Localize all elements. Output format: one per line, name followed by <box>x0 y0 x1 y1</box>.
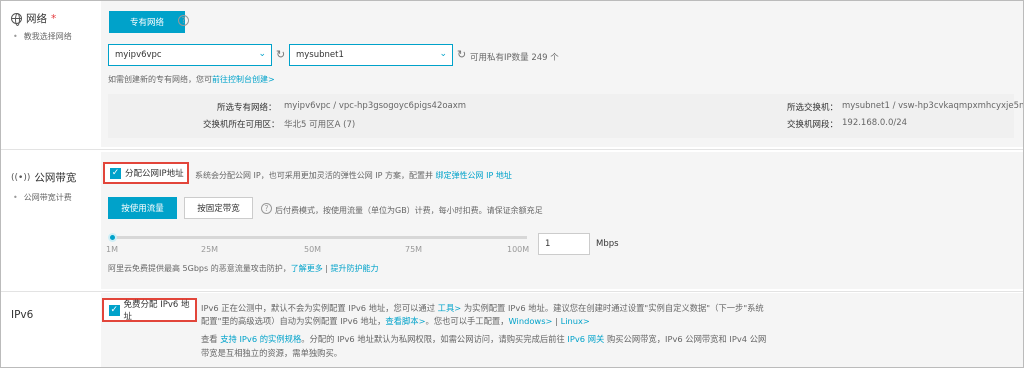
selected-vswitch-label: 所选交换机： <box>787 103 839 113</box>
checkmark-icon: ✓ <box>109 304 120 316</box>
checkmark-icon: ✓ <box>110 167 121 179</box>
vpc-select[interactable]: myipv6vpc ⌄ <box>108 44 272 66</box>
windows-link[interactable]: Windows> <box>509 316 553 326</box>
ipv6-desc-line2: 配置"里的高级选项）自动为实例配置 IPv6 地址，查看脚本>。您也可以手工配置… <box>201 316 590 326</box>
learn-more-link[interactable]: 了解更多 <box>291 264 323 273</box>
chevron-down-icon: ⌄ <box>439 49 447 59</box>
ipv6-instance-types-link[interactable]: 支持 IPv6 的实例规格 <box>220 334 301 344</box>
view-script-link[interactable]: 查看脚本> <box>385 316 425 326</box>
bandwidth-unit: Mbps <box>596 239 619 249</box>
ipv6-desc-line3: 查看 支持 IPv6 的实例规格。分配的 IPv6 地址默认为私网权限，如需公网… <box>201 334 767 344</box>
create-vpc-link[interactable]: 前往控制台创建> <box>212 75 275 84</box>
divider <box>1 291 1023 292</box>
vswitch-cidr-value: 192.168.0.0/24 <box>842 118 908 128</box>
bandwidth-billing-link[interactable]: 公网带宽计费 <box>13 192 72 203</box>
linux-link[interactable]: Linux> <box>561 316 590 326</box>
chevron-down-icon: ⌄ <box>258 49 266 59</box>
vswitch-cidr-label: 交换机网段： <box>787 120 839 130</box>
broadcast-icon: ((•)) <box>11 172 31 183</box>
available-ip-count: 可用私有IP数量 249 个 <box>470 53 559 63</box>
selected-vpc-value: myipv6vpc / vpc-hp3gsogoyc6pigs42oaxm <box>284 101 467 111</box>
ipv6-title: IPv6 <box>11 309 34 321</box>
bandwidth-title: ((•)) 公网带宽 <box>11 172 77 184</box>
bandwidth-slider[interactable] <box>108 233 527 242</box>
tick-label: 50M <box>304 245 322 254</box>
refresh-icon[interactable]: ↻ <box>457 48 466 61</box>
network-title: 网络 * <box>11 11 56 26</box>
public-ip-desc: 系统会分配公网 IP，也可采用更加灵活的弹性公网 IP 方案，配置并 绑定弹性公… <box>195 171 512 180</box>
refresh-icon[interactable]: ↻ <box>276 48 285 61</box>
network-help-link[interactable]: 教我选择网络 <box>13 31 72 42</box>
ddos-protection-note: 阿里云免费提供最高 5Gbps 的恶意流量攻击防护，了解更多 | 提升防护能力 <box>108 264 379 273</box>
pay-by-traffic-button[interactable]: 按使用流量 <box>108 197 177 219</box>
zone-label: 交换机所在可用区： <box>203 120 280 130</box>
required-mark: * <box>51 12 57 25</box>
globe-icon <box>11 13 22 26</box>
vpc-network-button[interactable]: 专有网络 <box>109 11 185 33</box>
billing-desc: 后付费模式，按使用流量（单位为GB）计费，每小时扣费。请保证余额充足 <box>275 206 543 215</box>
bandwidth-section: ((•)) 公网带宽 公网带宽计费 ✓ 分配公网IP地址 系统会分配公网 IP，… <box>1 152 1023 289</box>
upgrade-protection-link[interactable]: 提升防护能力 <box>331 264 379 273</box>
ipv6-desc-line1: IPv6 正在公测中，默认不会为实例配置 IPv6 地址，您可以通过 工具> 为… <box>201 303 764 313</box>
tick-label: 75M <box>405 245 423 254</box>
bandwidth-input[interactable]: 1 <box>538 233 590 255</box>
selected-vswitch-value: mysubnet1 / vsw-hp3cvkaqmpxmhcyxje5nd <box>842 101 1024 111</box>
help-icon[interactable]: ? <box>261 203 272 214</box>
tick-label: 25M <box>201 245 219 254</box>
ipv6-desc-line4: 带宽是互相独立的资源，需单独购买。 <box>201 348 343 358</box>
assign-public-ip-checkbox[interactable]: ✓ 分配公网IP地址 <box>103 162 189 184</box>
help-icon[interactable]: ? <box>178 15 189 26</box>
create-vpc-hint: 如需创建新的专有网络，您可前往控制台创建> <box>108 75 275 84</box>
divider <box>1 149 1023 150</box>
assign-ipv6-checkbox[interactable]: ✓ 免费分配 IPv6 地址 <box>102 298 197 322</box>
slider-handle[interactable] <box>108 233 117 242</box>
zone-value: 华北5 可用区A (7) <box>284 120 356 130</box>
tick-label: 100M <box>507 245 530 254</box>
ipv6-gateway-link[interactable]: IPv6 网关 <box>567 334 604 344</box>
selected-vpc-label: 所选专有网络： <box>217 103 277 113</box>
tool-link[interactable]: 工具> <box>438 303 462 313</box>
bind-eip-link[interactable]: 绑定弹性公网 IP 地址 <box>436 171 512 180</box>
ecs-purchase-config: 网络 * 教我选择网络 专有网络 ? myipv6vpc ⌄ ↻ mysubne… <box>0 0 1024 368</box>
tick-label: 1M <box>106 245 118 254</box>
vswitch-select[interactable]: mysubnet1 ⌄ <box>289 44 453 66</box>
ipv6-section: IPv6 ✓ 免费分配 IPv6 地址 IPv6 正在公测中，默认不会为实例配置… <box>1 293 1023 367</box>
pay-by-bandwidth-button[interactable]: 按固定带宽 <box>184 197 253 219</box>
network-section: 网络 * 教我选择网络 专有网络 ? myipv6vpc ⌄ ↻ mysubne… <box>1 1 1024 147</box>
